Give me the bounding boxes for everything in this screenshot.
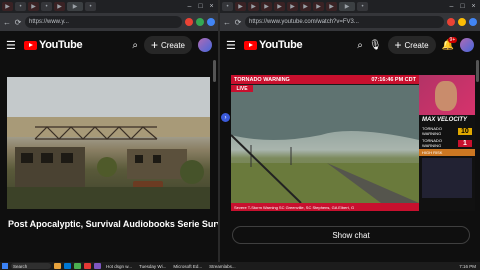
brand-label: MAX VELOCITY — [422, 117, 468, 123]
search-icon[interactable]: ⌕ — [357, 40, 363, 51]
taskbar-item[interactable]: Streamlabs... — [207, 264, 238, 269]
browser-tab[interactable]: ▶ — [28, 2, 39, 11]
refresh-icon[interactable]: ⟳ — [14, 18, 22, 27]
browser-tab[interactable]: ▶ — [300, 2, 311, 11]
avatar[interactable] — [198, 38, 212, 52]
browser-tab[interactable]: ▶ — [326, 2, 337, 11]
avatar[interactable] — [460, 38, 474, 52]
live-badge: LIVE — [231, 85, 253, 92]
scrollbar[interactable] — [476, 60, 479, 82]
plus-icon: + — [394, 38, 402, 52]
video-title[interactable]: Post Apocalyptic, Survival Audiobooks Se… — [8, 218, 218, 230]
youtube-logo[interactable]: YouTube — [24, 39, 83, 51]
create-button[interactable]: + Create — [387, 36, 436, 54]
back-icon[interactable]: ← — [223, 18, 231, 27]
extension-icon[interactable] — [447, 18, 455, 26]
warning-counter: TORNADO WARNING 10 — [419, 125, 475, 137]
right-tab-strip: • ▶ ▶ ▶ ▶ ▶ ▶ ▶ ▶ ▶ • – □ × — [220, 0, 480, 13]
plus-icon: + — [150, 38, 158, 52]
left-tab-strip: ▶ • ▶ • ▶ ▶ • – □ × — [0, 0, 218, 13]
maximize-icon[interactable]: □ — [458, 3, 467, 10]
warning-counter: HIGH RISK — [419, 149, 475, 156]
url-field[interactable]: https://www.youtube.com/watch?v=FV3... — [245, 16, 444, 28]
minimize-icon[interactable]: – — [447, 3, 456, 10]
youtube-header: ☰ YouTube ⌕ + Create — [0, 31, 218, 59]
browser-tab-active[interactable]: ▶ — [67, 2, 83, 11]
browser-tab[interactable]: ▶ — [261, 2, 272, 11]
extension-icon[interactable] — [458, 18, 466, 26]
taskbar-item[interactable]: Hot dsgn w... — [104, 264, 134, 269]
app-icon[interactable] — [84, 263, 91, 269]
stream-sidebar: MAX VELOCITY TORNADO WARNING 10 TORNADO … — [419, 75, 475, 211]
close-icon[interactable]: × — [469, 3, 478, 10]
video-player[interactable] — [7, 77, 210, 209]
browser-tab[interactable]: ▶ — [248, 2, 259, 11]
storm-scene — [231, 85, 419, 204]
notification-badge: 9+ — [447, 36, 458, 43]
expand-icon[interactable]: › — [221, 113, 230, 122]
create-button[interactable]: + Create — [143, 36, 192, 54]
show-chat-button[interactable]: Show chat — [232, 226, 470, 244]
youtube-play-icon — [24, 40, 37, 50]
live-stream-player[interactable]: TORNADO WARNING 07:16:46 PM CDT LIVE Sev… — [231, 75, 475, 211]
browser-tab[interactable]: ▶ — [235, 2, 246, 11]
youtube-play-icon — [244, 40, 257, 50]
taskbar: Search Hot dsgn w... Tuesday Wi... Micro… — [0, 262, 480, 270]
minimize-icon[interactable]: – — [185, 3, 194, 10]
browser-tab[interactable]: • — [41, 2, 52, 11]
post-apocalyptic-thumbnail — [7, 77, 210, 209]
desktop-screen: ▶ • ▶ • ▶ ▶ • – □ × ← ⟳ https://www.y...… — [0, 0, 480, 270]
close-icon[interactable]: × — [207, 3, 216, 10]
browser-tab[interactable]: • — [15, 2, 26, 11]
clock[interactable]: 7:16 PM — [457, 264, 478, 269]
taskbar-search[interactable]: Search — [11, 263, 51, 269]
browser-tab[interactable]: ▶ — [287, 2, 298, 11]
taskbar-item[interactable]: Tuesday Wi... — [137, 264, 168, 269]
browser-tab-active[interactable]: ▶ — [339, 2, 355, 11]
right-address-bar: ← ⟳ https://www.youtube.com/watch?v=FV3.… — [220, 13, 480, 31]
microphone-icon[interactable]: 🎙 — [369, 40, 382, 51]
profile-icon[interactable] — [207, 18, 215, 26]
radar-map — [422, 158, 472, 198]
browser-tab[interactable]: ▶ — [2, 2, 13, 11]
streamer-webcam — [419, 75, 475, 115]
url-field[interactable]: https://www.y... — [25, 16, 182, 28]
hamburger-menu-icon[interactable]: ☰ — [226, 39, 238, 52]
maximize-icon[interactable]: □ — [196, 3, 205, 10]
app-icon[interactable] — [94, 263, 101, 269]
app-icon[interactable] — [74, 263, 81, 269]
windows-start-icon[interactable] — [2, 263, 8, 269]
left-address-bar: ← ⟳ https://www.y... — [0, 13, 218, 31]
browser-tab[interactable]: • — [222, 2, 233, 11]
extension-icon[interactable] — [196, 18, 204, 26]
refresh-icon[interactable]: ⟳ — [234, 18, 242, 27]
youtube-logo[interactable]: YouTube — [244, 39, 303, 51]
taskbar-item[interactable]: Microsoft Ed... — [171, 264, 204, 269]
tornado-warning-banner: TORNADO WARNING 07:16:46 PM CDT — [231, 75, 419, 84]
extension-icon[interactable] — [185, 18, 193, 26]
warning-counter: TORNADO WARNING 1 — [419, 137, 475, 149]
hamburger-menu-icon[interactable]: ☰ — [6, 39, 18, 52]
back-icon[interactable]: ← — [3, 18, 11, 27]
youtube-header: ☰ YouTube ⌕ 🎙 + Create 🔔 9+ — [220, 31, 480, 59]
browser-tab[interactable]: • — [85, 2, 96, 11]
browser-tab[interactable]: • — [357, 2, 368, 11]
browser-tab[interactable]: ▶ — [274, 2, 285, 11]
search-icon[interactable]: ⌕ — [132, 40, 138, 51]
notifications-button[interactable]: 🔔 9+ — [442, 36, 458, 51]
file-explorer-icon[interactable] — [54, 263, 61, 269]
edge-icon[interactable] — [64, 263, 71, 269]
warning-ticker: Severe T-Storm Warning SC Greenville, SC… — [231, 203, 419, 211]
storm-camera-feed — [231, 85, 419, 204]
browser-tab[interactable]: ▶ — [54, 2, 65, 11]
profile-icon[interactable] — [469, 18, 477, 26]
browser-tab[interactable]: ▶ — [313, 2, 324, 11]
scrollbar[interactable] — [213, 60, 216, 82]
